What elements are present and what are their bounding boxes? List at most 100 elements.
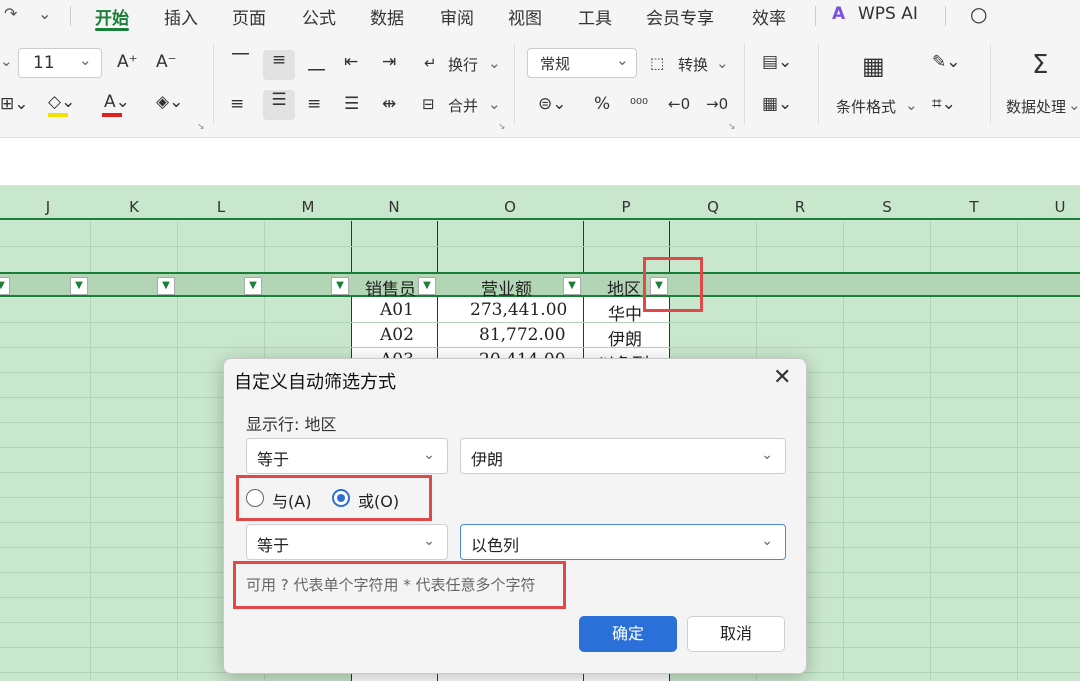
condition1-operator-select[interactable]: 等于 ⌄ bbox=[246, 438, 448, 474]
merge-button[interactable]: 合并 bbox=[448, 95, 478, 116]
tab-review[interactable]: 审阅 bbox=[440, 4, 474, 29]
column-header[interactable]: M bbox=[288, 198, 328, 216]
cell-region[interactable]: 伊朗 bbox=[608, 325, 642, 350]
chevron-down-icon[interactable]: ⌄ bbox=[1068, 96, 1080, 114]
clear-format-icon[interactable]: ◈⌄ bbox=[156, 92, 183, 112]
chevron-down-icon[interactable]: ⌄ bbox=[488, 95, 501, 113]
tab-view[interactable]: 视图 bbox=[508, 4, 542, 29]
column-header[interactable]: K bbox=[114, 198, 154, 216]
indent-decrease-icon[interactable]: ⇤ bbox=[344, 52, 358, 72]
close-icon[interactable]: ✕ bbox=[773, 365, 791, 390]
font-size-value: 11 bbox=[33, 53, 55, 73]
tab-data[interactable]: 数据 bbox=[370, 4, 404, 29]
column-header-row: J K L M N O P Q R S T U bbox=[0, 194, 1080, 220]
align-right-icon[interactable]: ≡ bbox=[307, 94, 321, 114]
cell-region[interactable]: 华中 bbox=[608, 300, 642, 325]
wrap-text-icon[interactable]: ↵ bbox=[424, 54, 437, 72]
column-header[interactable]: R bbox=[780, 198, 820, 216]
align-bottom-icon[interactable]: ⎽ bbox=[308, 52, 325, 72]
indent-increase-icon[interactable]: ⇥ bbox=[382, 52, 396, 72]
column-header[interactable]: O bbox=[490, 198, 530, 216]
filter-dropdown-icon[interactable]: ▼ bbox=[331, 277, 349, 295]
convert-button[interactable]: 转换 bbox=[678, 54, 708, 75]
fill-color-icon[interactable]: ◇⌄ bbox=[48, 92, 75, 112]
column-header[interactable]: L bbox=[201, 198, 241, 216]
redo-icon[interactable]: ↷ bbox=[4, 4, 17, 23]
tab-efficiency[interactable]: 效率 bbox=[752, 4, 786, 29]
cell-revenue[interactable]: 273,441.00 bbox=[470, 300, 567, 320]
condition1-value-select[interactable]: 伊朗 ⌄ bbox=[460, 438, 786, 474]
tab-insert[interactable]: 插入 bbox=[164, 4, 198, 29]
condition2-value-select[interactable]: 以色列 ⌄ bbox=[460, 524, 786, 560]
tab-home[interactable]: 开始 bbox=[95, 4, 129, 29]
percent-icon[interactable]: % bbox=[594, 94, 610, 114]
decimal-increase-icon[interactable]: ←0 bbox=[668, 95, 690, 113]
merge-icon[interactable]: ⊟ bbox=[422, 95, 435, 113]
align-top-icon[interactable]: ⎺ bbox=[232, 52, 249, 72]
cell-revenue[interactable]: 81,772.00 bbox=[479, 325, 566, 345]
ribbon-toolbar: ⌄ 11 ⌄ A⁺ A⁻ ⊞⌄ ◇⌄ A⌄ ◈⌄ ↘ ⎺ ≡ ⎽ ⇤ ⇥ ↵ 换… bbox=[0, 32, 1080, 138]
chevron-down-icon[interactable]: ⌄ bbox=[38, 4, 51, 23]
chevron-down-icon[interactable]: ⌄ bbox=[488, 54, 501, 72]
decimal-decrease-icon[interactable]: →0 bbox=[706, 95, 728, 113]
filter-dropdown-icon[interactable]: ▼ bbox=[418, 277, 436, 295]
align-middle-icon[interactable]: ≡ bbox=[263, 50, 295, 80]
filter-dropdown-icon[interactable]: ▼ bbox=[563, 277, 581, 295]
cell-salesperson[interactable]: A02 bbox=[380, 325, 414, 345]
ok-button[interactable]: 确定 bbox=[579, 616, 677, 652]
currency-icon[interactable]: ⊜⌄ bbox=[538, 94, 567, 114]
font-name-dropdown-icon[interactable]: ⌄ bbox=[0, 52, 13, 70]
filter-dropdown-icon[interactable]: ▼ bbox=[157, 277, 175, 295]
formula-bar[interactable] bbox=[0, 138, 1080, 186]
number-format-select[interactable]: 常规 ⌄ bbox=[527, 48, 637, 78]
filter-dropdown-icon[interactable]: ▼ bbox=[70, 277, 88, 295]
filter-dropdown-icon[interactable]: ▼ bbox=[0, 277, 10, 295]
cancel-button[interactable]: 取消 bbox=[687, 616, 785, 652]
search-icon[interactable]: ○ bbox=[970, 2, 987, 26]
crop-icon[interactable]: ⌗⌄ bbox=[932, 94, 956, 114]
column-header[interactable]: N bbox=[374, 198, 414, 216]
column-header[interactable]: S bbox=[867, 198, 907, 216]
align-left-icon[interactable]: ≡ bbox=[230, 94, 244, 114]
font-color-swatch bbox=[102, 113, 122, 117]
tab-page[interactable]: 页面 bbox=[232, 4, 266, 29]
filter-dropdown-icon[interactable]: ▼ bbox=[244, 277, 262, 295]
table-style-icon[interactable]: ▤⌄ bbox=[762, 52, 792, 72]
sum-icon[interactable]: Σ bbox=[1032, 50, 1048, 80]
justify-icon[interactable]: ☰ bbox=[344, 94, 359, 114]
expand-icon[interactable]: ↘ bbox=[197, 122, 205, 132]
distribute-icon[interactable]: ⇹ bbox=[382, 94, 396, 114]
expand-icon[interactable]: ↘ bbox=[498, 122, 506, 132]
border-icon[interactable]: ⊞⌄ bbox=[0, 94, 29, 114]
condition2-operator-select[interactable]: 等于 ⌄ bbox=[246, 524, 448, 560]
conditional-format-button[interactable]: 条件格式 bbox=[836, 96, 896, 117]
column-header[interactable]: T bbox=[954, 198, 994, 216]
chevron-down-icon[interactable]: ⌄ bbox=[905, 96, 918, 114]
column-header[interactable]: Q bbox=[693, 198, 733, 216]
chevron-down-icon: ⌄ bbox=[761, 447, 773, 463]
cell-style-icon[interactable]: ▦⌄ bbox=[762, 94, 792, 114]
decrease-font-icon[interactable]: A⁻ bbox=[156, 52, 177, 72]
fill-color-swatch bbox=[48, 113, 68, 117]
chevron-down-icon[interactable]: ⌄ bbox=[716, 54, 729, 72]
tab-wps-ai[interactable]: WPS AI bbox=[858, 4, 918, 24]
expand-icon[interactable]: ↘ bbox=[728, 122, 736, 132]
data-process-button[interactable]: 数据处理 bbox=[1006, 96, 1066, 117]
column-header[interactable]: U bbox=[1040, 198, 1080, 216]
column-header[interactable]: P bbox=[606, 198, 646, 216]
conditional-format-icon[interactable]: ▦ bbox=[862, 52, 885, 80]
convert-icon[interactable]: ⬚ bbox=[650, 54, 664, 72]
format-painter-icon[interactable]: ✎⌄ bbox=[932, 52, 961, 72]
wrap-text-button[interactable]: 换行 bbox=[448, 54, 478, 75]
custom-autofilter-dialog: 自定义自动筛选方式 ✕ 显示行: 地区 等于 ⌄ 伊朗 ⌄ 与(A) 或(O) … bbox=[223, 358, 807, 674]
thousands-icon[interactable]: ⁰⁰⁰ bbox=[630, 95, 648, 113]
tab-tools[interactable]: 工具 bbox=[578, 4, 612, 29]
font-color-icon[interactable]: A⌄ bbox=[104, 92, 130, 112]
tab-member[interactable]: 会员专享 bbox=[646, 4, 714, 29]
font-size-select[interactable]: 11 ⌄ bbox=[18, 48, 102, 78]
column-header[interactable]: J bbox=[28, 198, 68, 216]
tab-formula[interactable]: 公式 bbox=[302, 4, 336, 29]
align-center-icon[interactable]: ☰ bbox=[263, 90, 295, 120]
increase-font-icon[interactable]: A⁺ bbox=[117, 52, 138, 72]
cell-salesperson[interactable]: A01 bbox=[380, 300, 414, 320]
